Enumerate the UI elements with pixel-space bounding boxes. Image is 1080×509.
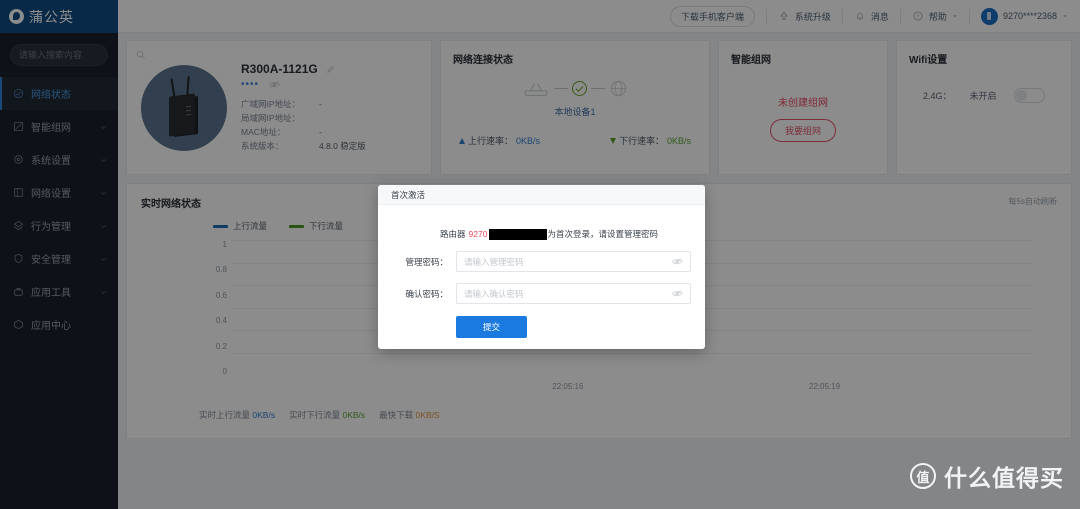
page-root: 蒲公英 网络状态	[0, 0, 1080, 509]
message-device-id: 9270	[468, 229, 488, 239]
password-input[interactable]	[464, 256, 672, 267]
confirm-password-input[interactable]	[464, 288, 672, 299]
first-activation-modal: 首次激活 路由器 9270 为首次登录，请设置管理密码 管理密码： 确认密码：	[378, 185, 705, 349]
message-prefix: 路由器	[440, 229, 466, 239]
password-field-wrap[interactable]	[456, 251, 691, 272]
watermark: 值 什么值得买	[910, 459, 1064, 493]
password-label: 管理密码：	[405, 256, 448, 267]
message-suffix: 为首次登录，请设置管理密码	[547, 229, 658, 239]
confirm-password-row: 确认密码：	[390, 283, 705, 304]
modal-title: 首次激活	[378, 185, 705, 205]
watermark-text: 什么值得买	[944, 465, 1064, 491]
watermark-badge: 值	[910, 463, 936, 489]
eye-off-icon[interactable]	[672, 289, 683, 298]
confirm-password-label: 确认密码：	[405, 288, 448, 299]
password-row: 管理密码：	[390, 251, 705, 272]
eye-off-icon[interactable]	[672, 257, 683, 266]
modal-message: 路由器 9270 为首次登录，请设置管理密码	[440, 228, 705, 240]
confirm-password-field-wrap[interactable]	[456, 283, 691, 304]
redacted-block	[489, 228, 548, 240]
submit-button[interactable]: 提交	[456, 316, 527, 338]
